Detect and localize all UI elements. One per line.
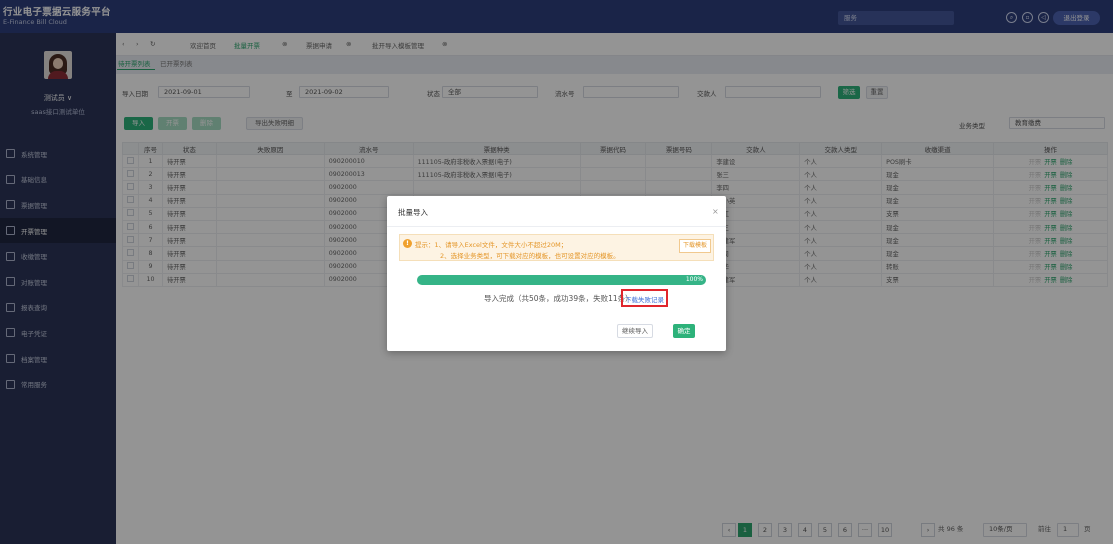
continue-import-button[interactable]: 继续导入 (617, 324, 653, 338)
batch-import-dialog: 批量导入 × ! 提示：1、请导入Excel文件，文件大小不超过20M； 2、选… (387, 196, 726, 351)
import-result-text: 导入完成（共50条，成功39条，失败11条） (484, 294, 633, 303)
highlight-box (621, 289, 668, 307)
warning-icon: ! (403, 239, 412, 248)
progress-label: 100% (685, 276, 703, 283)
tip-box: ! 提示：1、请导入Excel文件，文件大小不超过20M； 2、选择业务类型，可… (399, 234, 714, 261)
import-progress-bar: 100% (417, 275, 706, 285)
divider (387, 226, 726, 227)
tip-line-1: 提示：1、请导入Excel文件，文件大小不超过20M； (415, 241, 568, 249)
progress-fill (417, 275, 706, 285)
tip-line-2: 2、选择业务类型，可下载对应的模板，也可设置对应的模板。 (440, 252, 620, 260)
confirm-button[interactable]: 确定 (673, 324, 695, 338)
download-template-button[interactable]: 下载模板 (679, 239, 711, 253)
close-icon[interactable]: × (712, 207, 719, 216)
dialog-title: 批量导入 (398, 208, 428, 217)
